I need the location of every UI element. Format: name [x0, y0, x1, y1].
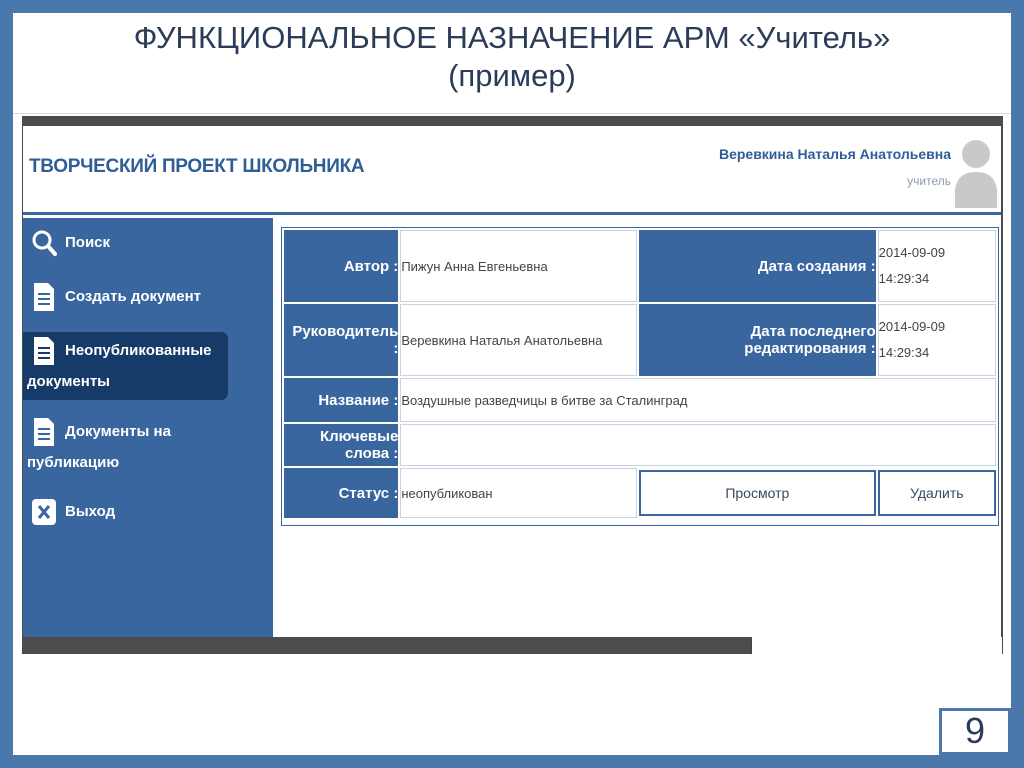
edited-time: 14:29:34: [878, 345, 930, 360]
keywords-label: Ключевые слова :: [284, 424, 399, 466]
table-row: Ключевые слова :: [284, 424, 996, 466]
created-label: Дата создания :: [638, 230, 876, 302]
app-title: ТВОРЧЕСКИЙ ПРОЕКТ ШКОЛЬНИКА: [29, 156, 365, 177]
sidebar-item-label: Неопубликованные документы: [27, 342, 212, 390]
edited-value: 2014-09-09 14:29:34: [877, 304, 996, 376]
avatar-icon[interactable]: [953, 132, 999, 208]
table-row: Название : Воздушные разведчицы в битве …: [284, 378, 996, 422]
sidebar-item-label: Поиск: [65, 234, 111, 251]
sidebar-item-exit[interactable]: Выход: [23, 493, 228, 529]
table-row: Автор : Пижун Анна Евгеньевна Дата созда…: [284, 230, 996, 302]
status-label: Статус :: [284, 468, 399, 518]
created-value: 2014-09-09 14:29:34: [877, 230, 996, 302]
sidebar-item-create-document[interactable]: Создать документ: [23, 278, 228, 314]
document-icon: [34, 283, 54, 311]
app-screenshot: ТВОРЧЕСКИЙ ПРОЕКТ ШКОЛЬНИКА Веревкина На…: [22, 116, 1003, 654]
sidebar-item-label: Создать документ: [65, 288, 202, 305]
edited-label: Дата последнего редактирования :: [638, 304, 876, 376]
slide-title: ФУНКЦИОНАЛЬНОЕ НАЗНАЧЕНИЕ АРМ «Учитель» …: [13, 19, 1011, 95]
delete-button[interactable]: Удалить: [877, 470, 996, 516]
supervisor-label: Руководитель :: [284, 304, 399, 376]
user-role: учитель: [907, 174, 951, 188]
author-label: Автор :: [284, 230, 399, 302]
keywords-value: [400, 424, 996, 466]
sidebar-item-label: Выход: [65, 503, 116, 520]
created-time: 14:29:34: [878, 271, 930, 286]
page-number: 9: [939, 708, 1011, 755]
table-row: Руководитель : Веревкина Наталья Анатоль…: [284, 304, 996, 376]
app-window: ТВОРЧЕСКИЙ ПРОЕКТ ШКОЛЬНИКА Веревкина На…: [23, 126, 1001, 637]
document-details: Автор : Пижун Анна Евгеньевна Дата созда…: [281, 227, 999, 526]
sidebar-item-unpublished[interactable]: Неопубликованные документы: [23, 332, 228, 400]
user-name[interactable]: Веревкина Наталья Анатольевна: [719, 146, 951, 162]
sidebar-item-search[interactable]: Поиск: [23, 224, 228, 260]
sidebar-item-label: Документы на публикацию: [27, 423, 171, 471]
slide: ФУНКЦИОНАЛЬНОЕ НАЗНАЧЕНИЕ АРМ «Учитель» …: [13, 13, 1011, 755]
close-icon: [32, 499, 56, 525]
name-label: Название :: [284, 378, 399, 422]
divider: [13, 113, 1011, 114]
header-divider: [23, 212, 1001, 215]
name-value: Воздушные разведчицы в битве за Сталингр…: [400, 378, 996, 422]
view-cell: Просмотр: [638, 468, 876, 518]
table-row: Статус : неопубликован Просмотр Удалить: [284, 468, 996, 518]
delete-cell: Удалить: [877, 468, 996, 518]
author-value: Пижун Анна Евгеньевна: [400, 230, 637, 302]
sidebar: Поиск Создать документ Неопубликованные …: [23, 218, 273, 637]
details-table: Автор : Пижун Анна Евгеньевна Дата созда…: [282, 228, 998, 520]
view-button[interactable]: Просмотр: [638, 470, 876, 516]
edited-date: 2014-09-09: [878, 319, 946, 334]
supervisor-value: Веревкина Наталья Анатольевна: [400, 304, 637, 376]
created-date: 2014-09-09: [878, 245, 946, 260]
slide-title-line2: (пример): [448, 58, 576, 93]
underlying-window: [751, 637, 1002, 654]
status-value: неопубликован: [400, 468, 637, 518]
sidebar-item-for-publication[interactable]: Документы на публикацию: [23, 413, 228, 481]
slide-title-line1: ФУНКЦИОНАЛЬНОЕ НАЗНАЧЕНИЕ АРМ «Учитель»: [133, 20, 891, 55]
app-header: ТВОРЧЕСКИЙ ПРОЕКТ ШКОЛЬНИКА Веревкина На…: [23, 126, 1001, 212]
search-icon: [32, 230, 57, 256]
